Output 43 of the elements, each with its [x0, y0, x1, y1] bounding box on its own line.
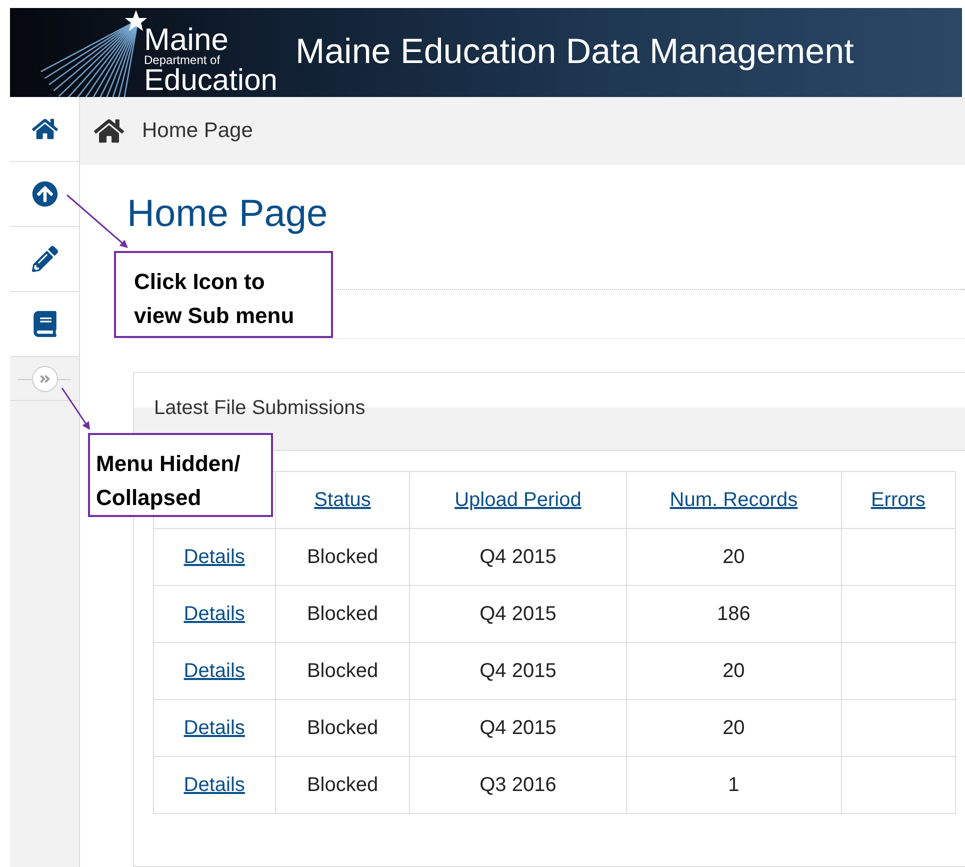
sidebar-button[interactable] [10, 292, 79, 357]
sidebar-button[interactable] [10, 227, 79, 292]
table-cell: Blocked [306, 717, 378, 739]
pencil-icon [32, 246, 58, 272]
logo-text: Education [144, 67, 278, 95]
logo-text: Department of [144, 54, 222, 67]
breadcrumb-link[interactable]: Home Page [142, 115, 253, 147]
table-cell: 20 [722, 717, 745, 739]
details-link[interactable]: Details [184, 603, 245, 625]
double-chevron-icon [38, 372, 50, 384]
table-cell: 20 [722, 546, 745, 568]
table-cell: Blocked [306, 603, 378, 625]
logo-text: Maine [144, 26, 230, 54]
details-link[interactable]: Details [184, 717, 245, 739]
table-cell: Q3 2016 [480, 774, 556, 796]
table-cell: 1 [728, 774, 740, 796]
table-cell: 186 [717, 603, 750, 625]
callout-arrow [61, 388, 90, 430]
sidebar-button[interactable] [10, 97, 79, 162]
table-cell: Q4 2015 [480, 603, 556, 625]
table-cell: Q4 2015 [480, 717, 556, 739]
collapse-toggle[interactable] [32, 366, 58, 392]
table-cell: Blocked [306, 774, 378, 796]
details-link[interactable]: Details [184, 546, 245, 568]
table-cell: Q4 2015 [480, 546, 556, 568]
table-cell: Blocked [306, 546, 378, 568]
callout-arrow [66, 194, 128, 248]
panel-title: Latest File Submissions [154, 397, 366, 419]
callout-text: Menu Hidden/ Collapsed [96, 450, 242, 512]
column-header-link[interactable]: Status [314, 489, 371, 511]
upload-icon [32, 181, 58, 207]
table-cell: Q4 2015 [480, 660, 556, 682]
sidebar-button[interactable] [10, 162, 79, 227]
site-title: Maine Education Data Management [295, 31, 854, 74]
table-cell: 20 [722, 660, 745, 682]
column-header-link[interactable]: Errors [870, 489, 926, 511]
home-icon [32, 116, 58, 142]
page-title: Home Page [127, 192, 329, 237]
book-icon [32, 311, 58, 337]
callout-text: Click Icon to view Sub menu [134, 268, 296, 330]
details-link[interactable]: Details [184, 660, 245, 682]
table-cell: Blocked [306, 660, 378, 682]
details-link[interactable]: Details [184, 774, 245, 796]
